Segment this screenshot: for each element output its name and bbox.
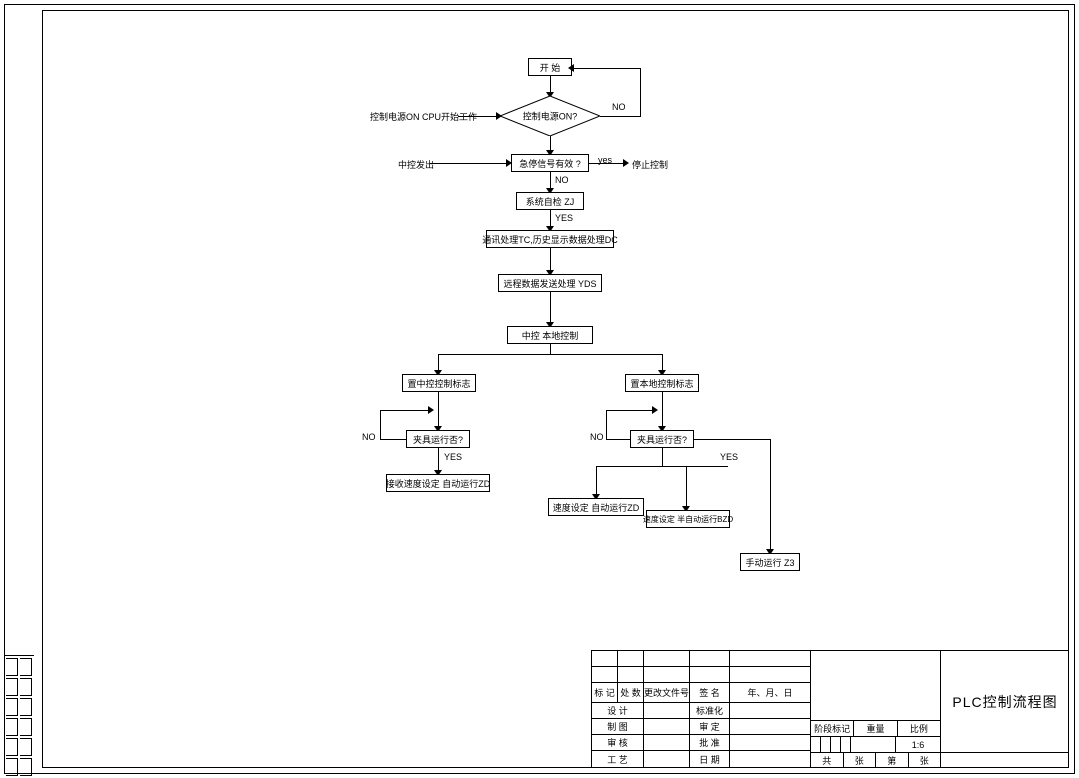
cell: 年、月、日 <box>730 683 810 702</box>
cell: 标准化 <box>690 703 730 718</box>
line <box>438 448 439 472</box>
arrow <box>652 406 658 414</box>
line <box>550 292 551 324</box>
arrow <box>568 64 574 72</box>
label-clampno-l: NO <box>362 432 376 442</box>
drawing-title: PLC控制流程图 <box>941 651 1069 752</box>
line <box>596 466 597 496</box>
label-sys-yes: YES <box>555 213 573 223</box>
cell: 张 <box>844 753 877 768</box>
cell: 1:6 <box>896 737 940 752</box>
line <box>380 410 430 411</box>
line <box>600 116 640 117</box>
cell: 阶段标记 <box>811 721 854 736</box>
tb-mid: 阶段标记 重量 比例 1:6 共 张 第 张 <box>810 651 940 768</box>
tb-right: PLC控制流程图 <box>940 651 1069 768</box>
arrow <box>496 112 502 120</box>
cell: 批 准 <box>690 735 730 750</box>
node-speed-auto: 速度设定 自动运行ZD <box>548 498 644 516</box>
cell: 第 <box>876 753 909 768</box>
line <box>438 354 662 355</box>
line <box>550 344 551 354</box>
cell: 日 期 <box>690 751 730 768</box>
arrow <box>506 159 512 167</box>
cell: 设 计 <box>592 703 644 718</box>
cell: 重量 <box>854 721 897 736</box>
line <box>686 466 687 508</box>
label-clampno-r: NO <box>590 432 604 442</box>
cell: 张 <box>909 753 941 768</box>
line <box>662 448 663 466</box>
line <box>606 439 630 440</box>
line <box>606 410 607 440</box>
line <box>438 392 439 428</box>
label-stop-side: 中控发出 <box>398 158 434 171</box>
line <box>606 410 654 411</box>
line <box>380 439 406 440</box>
left-stub-table <box>4 655 34 778</box>
line <box>458 116 498 117</box>
line <box>662 392 663 428</box>
cell: 处 数 <box>618 683 644 702</box>
arrow <box>428 406 434 414</box>
line <box>550 248 551 272</box>
cell: 更改文件号 <box>644 683 690 702</box>
label-stop-no: NO <box>555 175 569 185</box>
tb-left: 标 记 处 数 更改文件号 签 名 年、月、日 设 计 标准化 制 图 审 定 … <box>592 651 810 768</box>
cell: 签 名 <box>690 683 730 702</box>
node-mode: 中控 本地控制 <box>507 326 593 344</box>
line <box>640 68 641 117</box>
node-stop-q: 急停信号有效 ? <box>511 154 589 172</box>
node-power-diamond: 控制电源ON? <box>500 96 600 136</box>
cell: 共 <box>811 753 844 768</box>
label-clampyes-l: YES <box>444 452 462 462</box>
arrow <box>623 159 629 167</box>
title-block: 标 记 处 数 更改文件号 签 名 年、月、日 设 计 标准化 制 图 审 定 … <box>591 650 1069 768</box>
cell: 比例 <box>898 721 940 736</box>
label: 控制电源ON? <box>523 110 578 123</box>
node-selfcheck: 系统自检 ZJ <box>516 192 584 210</box>
cell: 标 记 <box>592 683 618 702</box>
line <box>572 68 640 69</box>
node-clamp-l: 夹具运行否? <box>406 430 470 448</box>
node-tc-dc: 通讯处理TC,历史显示数据处理DC <box>486 230 614 248</box>
line <box>770 439 771 551</box>
node-speed-bzd: 速度设定 半自动运行BZD <box>646 510 730 528</box>
line <box>380 410 381 440</box>
cell: 制 图 <box>592 719 644 734</box>
cell: 审 核 <box>592 735 644 750</box>
cell: 审 定 <box>690 719 730 734</box>
line <box>596 466 728 467</box>
node-manual: 手动运行 Z3 <box>740 553 800 571</box>
line <box>430 163 508 164</box>
label-power-no: NO <box>612 102 626 112</box>
label-stop-ctrl: 停止控制 <box>632 158 668 171</box>
node-set-local: 置本地控制标志 <box>625 374 699 392</box>
node-clamp-r: 夹具运行否? <box>630 430 694 448</box>
line <box>589 163 625 164</box>
node-set-central: 置中控控制标志 <box>402 374 476 392</box>
node-recv-speed: 接收速度设定 自动运行ZD <box>386 474 490 492</box>
cell: 工 艺 <box>592 751 644 768</box>
line <box>694 439 770 440</box>
node-start: 开 始 <box>528 58 572 76</box>
node-yds: 远程数据发送处理 YDS <box>498 274 602 292</box>
label-clampyes-r: YES <box>720 452 738 462</box>
